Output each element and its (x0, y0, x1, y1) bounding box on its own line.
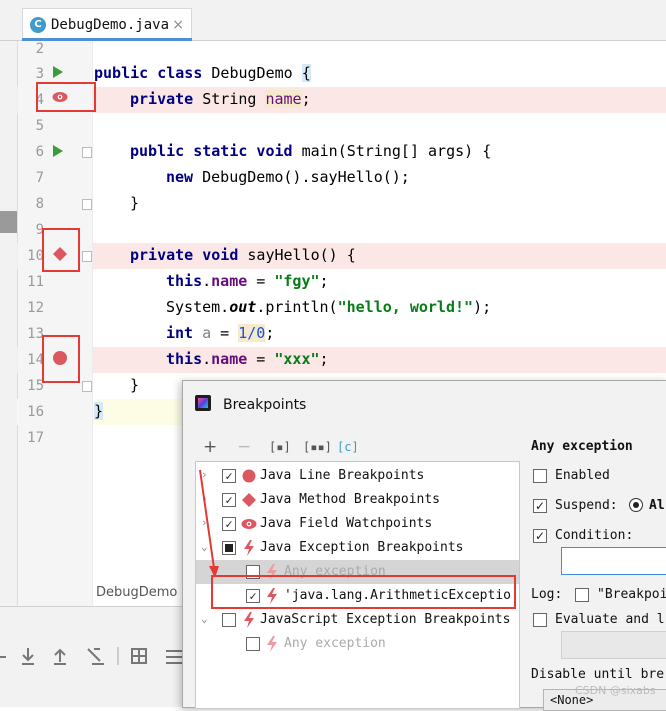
fold-marker-icon[interactable] (82, 199, 92, 210)
line-highlight-14 (17, 347, 666, 373)
line-highlight-4 (17, 87, 666, 113)
method-breakpoint-icon (242, 493, 256, 507)
condition-input[interactable] (561, 547, 666, 575)
line-number: 5 (35, 118, 44, 134)
line-number: 8 (35, 196, 44, 212)
line-number: 10 (27, 248, 44, 264)
exception-breakpoint-icon (244, 540, 254, 556)
enabled-label: Enabled (555, 468, 610, 483)
annotation-box-method-breakpoint (42, 228, 80, 272)
tree-item-javascript-exception-breakpoints[interactable]: ⌄ JavaScript Exception Breakpoints (196, 608, 519, 632)
tree-item-java-method-breakpoints[interactable]: › ✓ Java Method Breakpoints (196, 488, 519, 512)
watermark: CSDN @sixabs (575, 684, 656, 697)
tab-label: DebugDemo.java (51, 16, 170, 33)
editor-tab-bar: C DebugDemo.java × (0, 0, 666, 41)
field-watchpoint-icon (241, 519, 257, 529)
tree-item-java-exception-breakpoints[interactable]: ⌄ Java Exception Breakpoints (196, 536, 519, 560)
line-number: 11 (27, 274, 44, 290)
line-number: 14 (27, 352, 44, 368)
checkbox[interactable]: ✓ (222, 493, 236, 507)
code-line-4: private String name; (130, 90, 311, 108)
run-icon[interactable] (53, 66, 63, 78)
enabled-checkbox[interactable] (533, 469, 547, 483)
editor-gutter[interactable]: 2 3 4 5 6 7 8 9 10 11 12 13 14 15 16 17 (18, 41, 93, 606)
exception-breakpoint-icon (267, 636, 277, 652)
log-label: Log: (531, 587, 563, 602)
editor-tab-debugdemo[interactable]: C DebugDemo.java × (22, 8, 192, 40)
group-by-class-button[interactable]: [c] (337, 440, 359, 454)
code-line-16: } (94, 402, 104, 420)
dialog-title: Breakpoints (223, 397, 307, 413)
debugger-step-icons (0, 647, 185, 665)
line-number: 3 (35, 66, 44, 82)
line-number: 6 (35, 144, 44, 160)
run-icon[interactable] (53, 145, 63, 157)
checkbox[interactable]: ✓ (222, 517, 236, 531)
exception-breakpoint-icon (244, 612, 254, 628)
annotation-box-line-breakpoint (42, 335, 80, 383)
tree-item-js-any-exception[interactable]: Any exception (196, 632, 519, 656)
code-line-6: public static void main(String[] args) { (130, 142, 492, 160)
checkbox[interactable] (222, 613, 236, 627)
checkbox[interactable] (246, 637, 260, 651)
line-number: 9 (35, 222, 44, 238)
line-breakpoint-icon (242, 469, 256, 483)
breadcrumb-item[interactable]: DebugDemo (96, 585, 177, 600)
checkbox[interactable]: ✓ (222, 469, 236, 483)
fold-marker-icon[interactable] (82, 251, 92, 262)
suspend-label: Suspend: (555, 498, 618, 513)
line-number: 12 (27, 300, 44, 316)
log-message-label: "Breakpoi (597, 587, 666, 602)
remove-breakpoint-button[interactable]: − (237, 437, 251, 457)
add-breakpoint-button[interactable]: + (203, 437, 217, 457)
disable-until-label: Disable until bre (531, 667, 665, 682)
code-line-10: private void sayHello() { (130, 246, 356, 264)
log-message-checkbox[interactable] (575, 588, 589, 602)
line-number: 17 (27, 430, 44, 446)
fold-marker-icon[interactable] (82, 381, 92, 392)
code-line-14: this.name = "xxx"; (166, 350, 329, 368)
evaluate-checkbox[interactable] (533, 613, 547, 627)
code-line-11: this.name = "fgy"; (166, 272, 329, 290)
code-line-3: public class DebugDemo { (94, 64, 311, 82)
annotation-box-arithmetic-exception (211, 575, 516, 609)
breakpoints-dialog[interactable]: Breakpoints + − [▪] [▪▪] [c] › ✓ Java Li… (182, 380, 666, 711)
debugger-toolbar (0, 606, 185, 707)
evaluate-label: Evaluate and l (555, 612, 665, 627)
group-by-file-button[interactable]: [▪▪] (303, 440, 332, 454)
annotation-box-watchpoint (36, 82, 96, 112)
suspend-all-label: Al (649, 498, 665, 513)
properties-heading: Any exception (531, 439, 633, 454)
intellij-logo-icon (195, 395, 211, 411)
close-icon[interactable]: × (172, 17, 184, 33)
evaluate-input[interactable] (561, 631, 666, 659)
code-line-8: } (130, 194, 140, 212)
suspend-all-radio[interactable] (629, 498, 643, 512)
code-line-13: int a = 1/0; (166, 324, 275, 342)
suspend-checkbox[interactable]: ✓ (533, 499, 547, 513)
code-line-15: } (130, 376, 140, 394)
left-tool-strip (0, 41, 18, 606)
java-class-icon: C (30, 16, 46, 33)
tree-item-java-line-breakpoints[interactable]: › ✓ Java Line Breakpoints (196, 464, 519, 488)
condition-checkbox[interactable]: ✓ (533, 529, 547, 543)
code-line-7: new DebugDemo().sayHello(); (166, 168, 410, 186)
scroll-marker (0, 211, 17, 233)
line-number: 15 (27, 378, 44, 394)
checkbox[interactable] (222, 541, 236, 555)
line-number: 13 (27, 326, 44, 342)
line-number: 2 (35, 41, 44, 57)
condition-label: Condition: (555, 528, 634, 543)
fold-marker-icon[interactable] (82, 147, 92, 158)
line-number: 16 (27, 404, 44, 420)
group-by-package-button[interactable]: [▪] (269, 440, 291, 454)
tree-item-java-field-watchpoints[interactable]: › ✓ Java Field Watchpoints (196, 512, 519, 536)
code-line-12: System.out.println("hello, world!"); (166, 298, 492, 316)
line-number: 7 (35, 170, 44, 186)
